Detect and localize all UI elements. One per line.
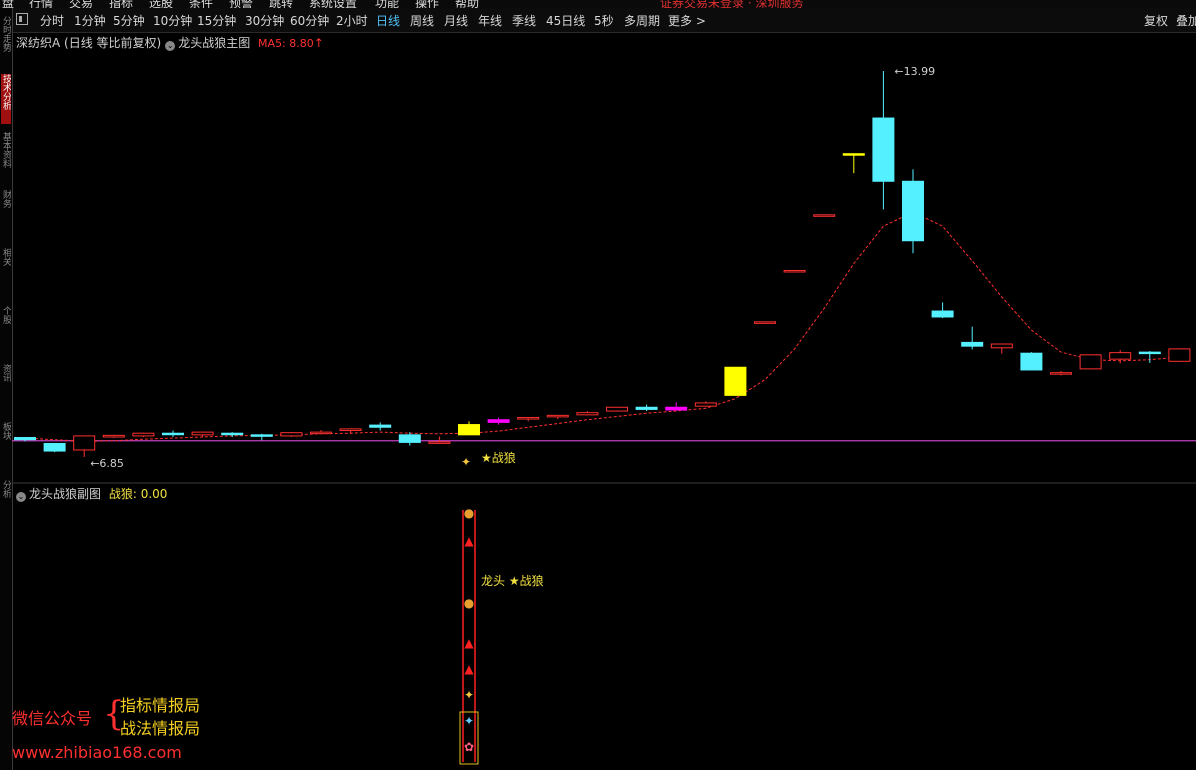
candle-body: [1079, 354, 1102, 370]
up-arrow-icon: ▲: [464, 662, 474, 676]
candle-body: [191, 431, 214, 436]
up-arrow-icon: ▲: [464, 636, 474, 650]
butterfly-icon: ✦: [461, 455, 471, 469]
candle-body: [724, 366, 747, 396]
candle-body: [990, 343, 1013, 349]
candle-body: [43, 442, 66, 452]
candle-body: [73, 435, 96, 451]
candle-body: [517, 417, 540, 420]
watermark-names: 指标情报局 战法情报局: [120, 694, 200, 740]
candle-body: [339, 428, 362, 432]
butterfly-icon: ✦: [464, 688, 474, 702]
candle-body: [132, 432, 155, 437]
candle-body: [221, 432, 244, 436]
candle-body: [842, 153, 865, 156]
flower-icon: ✿: [464, 740, 474, 754]
candle-body: [1109, 352, 1132, 360]
candle-body: [280, 432, 303, 437]
candle-body: [1168, 348, 1191, 362]
money-bag-icon: ●: [464, 506, 474, 520]
sub-signal-text: 龙头 ★战狼: [481, 573, 544, 588]
candle-body: [694, 402, 717, 407]
candle-body: [162, 432, 184, 436]
candle-body: [872, 117, 895, 182]
signal-label: ★战狼: [481, 450, 516, 465]
candle-body: [369, 424, 392, 428]
candle-body: [961, 341, 984, 347]
candle-body: [931, 310, 954, 318]
candle-body: [635, 406, 658, 410]
candle-body: [102, 434, 125, 438]
candle-body: [665, 406, 688, 411]
candle-body: [487, 419, 510, 423]
money-bag-icon: ●: [464, 596, 474, 610]
candle-body: [546, 414, 569, 418]
watermark-url: www.zhibiao168.com: [12, 743, 182, 762]
candle-body: [1020, 352, 1043, 371]
watermark-name-1: 指标情报局: [120, 696, 201, 715]
up-arrow-icon: ▲: [464, 534, 474, 548]
watermark-name-2: 战法情报局: [120, 719, 201, 738]
watermark-wechat: 微信公众号: [12, 709, 93, 728]
candle-body: [250, 434, 273, 437]
candle-body: [398, 434, 421, 443]
ma5-line: [24, 211, 1180, 442]
low-price-label: ←6.85: [90, 457, 124, 470]
candle-body: [576, 412, 599, 416]
candle-body: [1138, 351, 1161, 355]
high-price-label: ←13.99: [894, 65, 935, 78]
candle-body: [606, 406, 628, 412]
candle-body: [310, 431, 332, 435]
candle-body: [754, 321, 776, 324]
candle-body: [14, 437, 36, 441]
candle-body: [1050, 372, 1072, 375]
butterfly-icon: ✦: [464, 714, 474, 728]
candle-body: [902, 180, 924, 242]
candle-body: [428, 441, 451, 444]
candle-body: [458, 424, 480, 436]
candle-body: [783, 269, 806, 273]
candle-body: [813, 214, 836, 217]
kline-chart[interactable]: ←13.99 ←6.85 ✦ ★战狼 ● ▲ ● ▲ ▲ ✦ ✦ ✿ 龙头 ★战狼: [0, 0, 1196, 770]
